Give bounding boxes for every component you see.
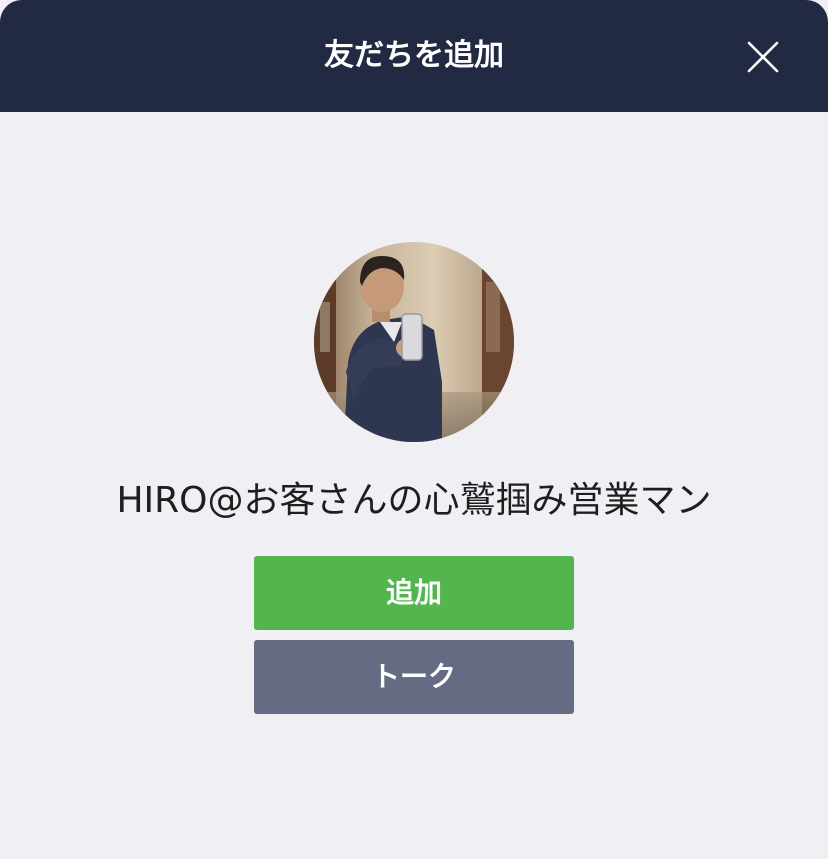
- profile-avatar: [314, 242, 514, 442]
- dialog-title: 友だちを追加: [324, 38, 504, 73]
- add-friend-dialog: 友だちを追加 HIRO@お客さんの心鷲掴み営業マン 追加 トーク: [0, 0, 828, 859]
- add-friend-button[interactable]: 追加: [254, 556, 574, 630]
- talk-button[interactable]: トーク: [254, 640, 574, 714]
- close-icon: [747, 41, 779, 73]
- dialog-header: 友だちを追加: [0, 0, 828, 112]
- close-button[interactable]: [740, 34, 786, 80]
- profile-name: HIRO@お客さんの心鷲掴み営業マン: [116, 480, 712, 521]
